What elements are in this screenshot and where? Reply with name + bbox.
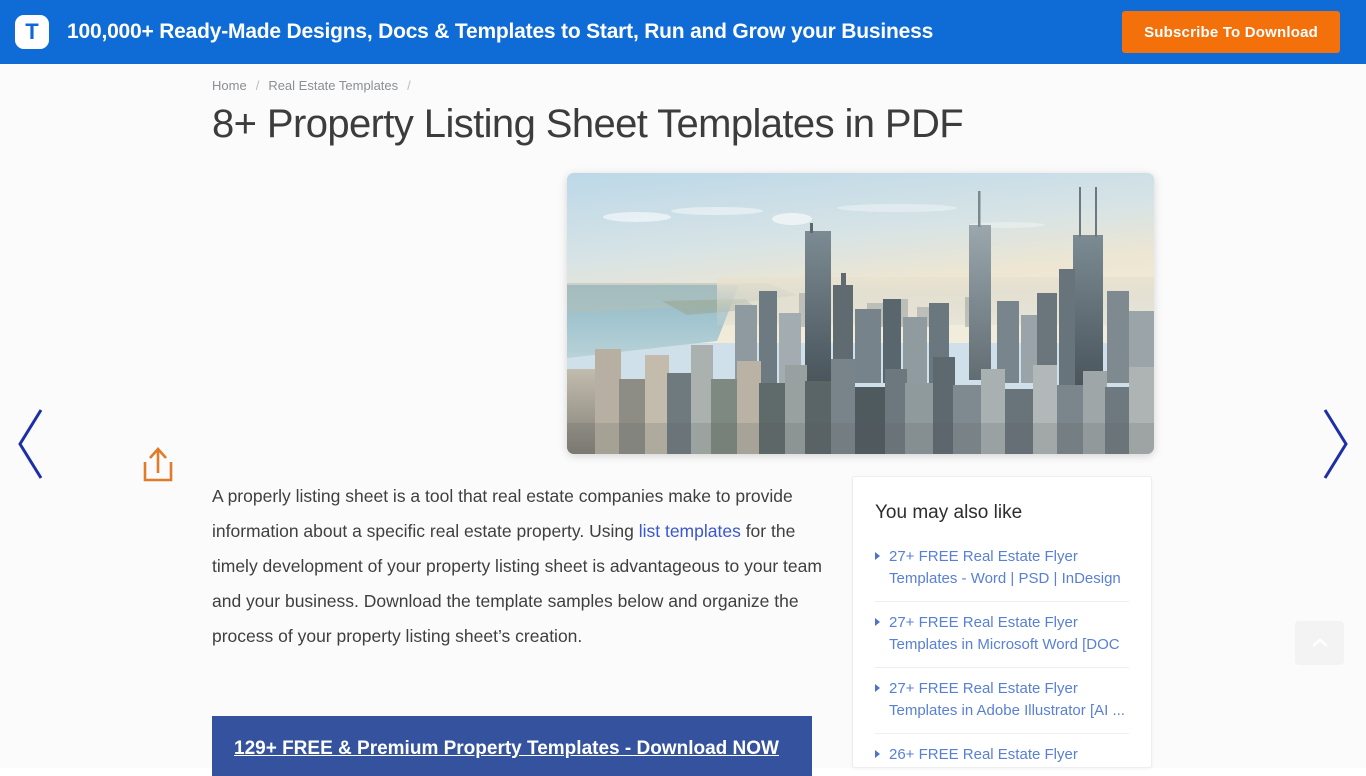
caret-right-icon	[875, 552, 880, 560]
related-links-list: 27+ FREE Real Estate Flyer Templates - W…	[875, 536, 1129, 767]
list-templates-link[interactable]: list templates	[639, 521, 741, 541]
sidebar-title: You may also like	[875, 502, 1023, 523]
page-canvas: Home / Real Estate Templates / 8+ Proper…	[0, 64, 1366, 776]
carousel-prev-arrow[interactable]	[8, 404, 54, 484]
chevron-right-icon	[1323, 409, 1348, 479]
scroll-to-top-button[interactable]	[1295, 621, 1344, 665]
breadcrumb: Home / Real Estate Templates /	[212, 78, 411, 93]
logo-letter: T	[25, 19, 39, 44]
related-link[interactable]: 27+ FREE Real Estate Flyer Templates in …	[889, 612, 1129, 656]
share-upload-icon	[143, 447, 173, 482]
caret-right-icon	[875, 618, 880, 626]
hero-image	[567, 173, 1154, 454]
chevron-up-icon	[1311, 638, 1328, 647]
city-skyline-illustration	[567, 173, 1154, 454]
breadcrumb-home[interactable]: Home	[212, 78, 247, 93]
caret-right-icon	[875, 750, 880, 758]
promo-cta-banner[interactable]: 129+ FREE & Premium Property Templates -…	[212, 716, 812, 776]
subscribe-to-download-button[interactable]: Subscribe To Download	[1122, 11, 1340, 53]
breadcrumb-category[interactable]: Real Estate Templates	[268, 78, 398, 93]
cta-banner-link[interactable]: 129+ FREE & Premium Property Templates -…	[234, 736, 790, 762]
related-link[interactable]: 27+ FREE Real Estate Flyer Templates in …	[889, 678, 1129, 722]
list-item[interactable]: 27+ FREE Real Estate Flyer Templates in …	[875, 602, 1129, 668]
share-button[interactable]	[137, 442, 179, 488]
you-may-also-like-card: You may also like 27+ FREE Real Estate F…	[852, 476, 1152, 768]
site-logo[interactable]: T	[15, 15, 49, 49]
page-title: 8+ Property Listing Sheet Templates in P…	[212, 102, 964, 146]
breadcrumb-separator-2: /	[407, 78, 411, 93]
breadcrumb-separator-1: /	[255, 78, 260, 93]
list-item[interactable]: 27+ FREE Real Estate Flyer Templates in …	[875, 668, 1129, 734]
caret-right-icon	[875, 684, 880, 692]
chevron-left-icon	[18, 409, 43, 479]
intro-paragraph: A properly listing sheet is a tool that …	[212, 479, 824, 654]
list-item[interactable]: 26+ FREE Real Estate Flyer	[875, 734, 1129, 767]
article-body: A properly listing sheet is a tool that …	[212, 479, 824, 654]
related-link[interactable]: 27+ FREE Real Estate Flyer Templates - W…	[889, 546, 1129, 590]
related-link[interactable]: 26+ FREE Real Estate Flyer	[889, 744, 1078, 766]
promo-headline: 100,000+ Ready-Made Designs, Docs & Temp…	[67, 20, 934, 43]
promo-topbar: T 100,000+ Ready-Made Designs, Docs & Te…	[0, 0, 1366, 64]
carousel-next-arrow[interactable]	[1312, 404, 1358, 484]
list-item[interactable]: 27+ FREE Real Estate Flyer Templates - W…	[875, 536, 1129, 602]
